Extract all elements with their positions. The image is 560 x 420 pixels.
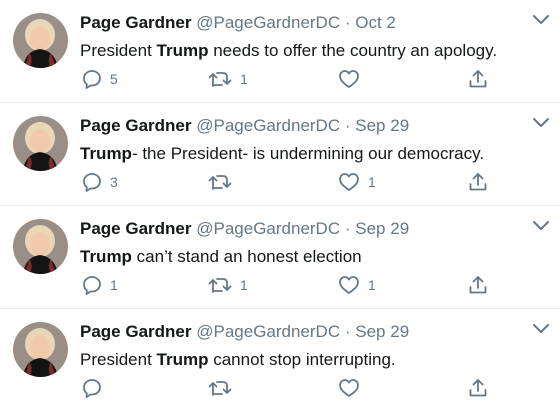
tweet-actions: 5 1 xyxy=(80,68,500,90)
reply-button[interactable]: 5 xyxy=(82,68,118,90)
like-button[interactable] xyxy=(338,68,368,90)
tweet-text-part: - the President- is undermining our demo… xyxy=(131,144,485,163)
retweet-button[interactable] xyxy=(208,377,240,399)
tweet-text-highlight: Trump xyxy=(156,350,209,369)
tweet-actions: 1 1 1 xyxy=(80,274,500,296)
like-icon xyxy=(339,173,359,191)
like-icon xyxy=(339,276,359,294)
tweet-header: Page Gardner @PageGardnerDC · Oct 2 xyxy=(80,11,550,35)
tweet-date[interactable]: Sep 29 xyxy=(355,219,409,238)
tweet-content: Page Gardner @PageGardnerDC · Oct 2 Pres… xyxy=(80,11,550,63)
tweet[interactable]: Page Gardner @PageGardnerDC · Sep 29 Pre… xyxy=(0,309,560,417)
share-icon xyxy=(469,70,487,88)
like-icon xyxy=(339,379,359,397)
tweet-date[interactable]: Oct 2 xyxy=(355,13,396,32)
tweet-content: Page Gardner @PageGardnerDC · Sep 29 Tru… xyxy=(80,217,550,269)
tweet-date[interactable]: Sep 29 xyxy=(355,116,409,135)
like-button[interactable] xyxy=(338,377,368,399)
avatar[interactable] xyxy=(13,116,68,171)
share-button[interactable] xyxy=(468,68,488,90)
tweet-actions xyxy=(80,377,500,399)
like-icon xyxy=(339,70,359,88)
separator-dot: · xyxy=(344,13,351,32)
retweet-button[interactable]: 1 xyxy=(208,68,248,90)
tweet-content: Page Gardner @PageGardnerDC · Sep 29 Tru… xyxy=(80,114,550,166)
retweet-count: 1 xyxy=(240,277,248,293)
author-handle[interactable]: @PageGardnerDC xyxy=(196,322,340,341)
chevron-down-icon[interactable] xyxy=(532,220,550,232)
tweet-date[interactable]: Sep 29 xyxy=(355,322,409,341)
tweet-text-part: cannot stop interrupting. xyxy=(208,350,396,369)
author-handle[interactable]: @PageGardnerDC xyxy=(196,219,340,238)
tweet[interactable]: Page Gardner @PageGardnerDC · Sep 29 Tru… xyxy=(0,103,560,206)
retweet-icon xyxy=(208,72,232,87)
share-icon xyxy=(469,276,487,294)
tweet-text-highlight: Trump xyxy=(156,41,209,60)
author-handle[interactable]: @PageGardnerDC xyxy=(196,13,340,32)
retweet-count: 1 xyxy=(240,71,248,87)
tweet-header: Page Gardner @PageGardnerDC · Sep 29 xyxy=(80,320,550,344)
avatar[interactable] xyxy=(13,13,68,68)
avatar[interactable] xyxy=(13,219,68,274)
share-button[interactable] xyxy=(468,171,488,193)
reply-icon xyxy=(83,173,101,192)
like-count: 1 xyxy=(368,277,376,293)
tweet[interactable]: Page Gardner @PageGardnerDC · Sep 29 Tru… xyxy=(0,206,560,309)
reply-icon xyxy=(83,379,101,398)
author-name[interactable]: Page Gardner xyxy=(80,219,192,238)
tweet-text-highlight: Trump xyxy=(80,144,132,163)
tweet-text-part: can’t stand an honest election xyxy=(131,247,362,266)
like-button[interactable]: 1 xyxy=(338,274,376,296)
tweet-text: Trump can’t stand an honest election xyxy=(80,245,550,269)
reply-button[interactable]: 1 xyxy=(82,274,118,296)
retweet-button[interactable] xyxy=(208,171,240,193)
share-button[interactable] xyxy=(468,377,488,399)
reply-button[interactable]: 3 xyxy=(82,171,118,193)
tweet-text-highlight: Trump xyxy=(80,247,132,266)
reply-icon xyxy=(83,276,101,295)
separator-dot: · xyxy=(344,116,351,135)
tweet-header: Page Gardner @PageGardnerDC · Sep 29 xyxy=(80,114,550,138)
tweet-text-part: President xyxy=(80,350,157,369)
tweet-text: President Trump needs to offer the count… xyxy=(80,39,550,63)
tweet-feed: Page Gardner @PageGardnerDC · Oct 2 Pres… xyxy=(0,0,560,417)
retweet-icon xyxy=(208,175,232,190)
reply-icon xyxy=(83,70,101,89)
tweet-text-part: President xyxy=(80,41,157,60)
separator-dot: · xyxy=(344,322,351,341)
author-name[interactable]: Page Gardner xyxy=(80,322,192,341)
retweet-icon xyxy=(208,278,232,293)
tweet-text: Trump- the President- is undermining our… xyxy=(80,142,550,166)
share-icon xyxy=(469,379,487,397)
retweet-icon xyxy=(208,381,232,396)
like-button[interactable]: 1 xyxy=(338,171,376,193)
tweet-text: President Trump cannot stop interrupting… xyxy=(80,348,550,372)
avatar[interactable] xyxy=(13,322,68,377)
author-name[interactable]: Page Gardner xyxy=(80,116,192,135)
tweet-content: Page Gardner @PageGardnerDC · Sep 29 Pre… xyxy=(80,320,550,372)
tweet[interactable]: Page Gardner @PageGardnerDC · Oct 2 Pres… xyxy=(0,0,560,103)
author-name[interactable]: Page Gardner xyxy=(80,13,192,32)
author-handle[interactable]: @PageGardnerDC xyxy=(196,116,340,135)
reply-count: 3 xyxy=(110,174,118,190)
reply-count: 5 xyxy=(110,71,118,87)
separator-dot: · xyxy=(344,219,351,238)
retweet-button[interactable]: 1 xyxy=(208,274,248,296)
tweet-header: Page Gardner @PageGardnerDC · Sep 29 xyxy=(80,217,550,241)
share-button[interactable] xyxy=(468,274,488,296)
chevron-down-icon[interactable] xyxy=(532,14,550,26)
reply-button[interactable] xyxy=(82,377,110,399)
chevron-down-icon[interactable] xyxy=(532,323,550,335)
reply-count: 1 xyxy=(110,277,118,293)
tweet-text-part: needs to offer the country an apology. xyxy=(208,41,498,60)
share-icon xyxy=(469,173,487,191)
tweet-actions: 3 1 xyxy=(80,171,500,193)
chevron-down-icon[interactable] xyxy=(532,117,550,129)
like-count: 1 xyxy=(368,174,376,190)
